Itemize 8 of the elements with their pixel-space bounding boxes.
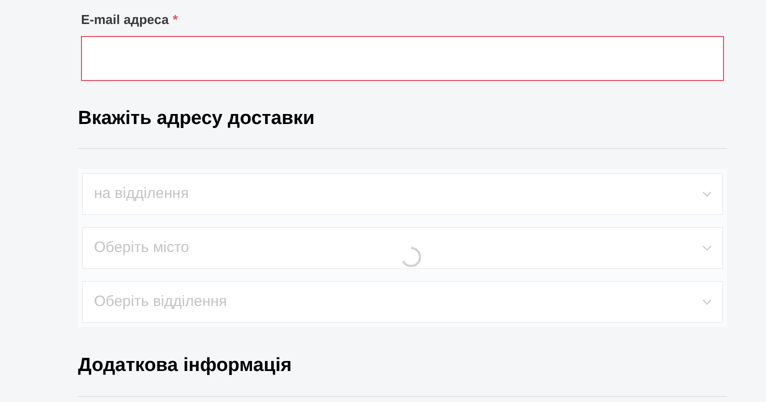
email-field[interactable] — [81, 36, 724, 81]
chevron-down-icon — [702, 245, 712, 251]
chevron-down-icon — [702, 191, 712, 197]
required-mark: * — [172, 12, 178, 28]
section-heading: Додаткова інформація — [78, 354, 293, 378]
section-heading: Вкажіть адресу доставки — [78, 107, 316, 131]
chevron-down-icon — [702, 299, 712, 305]
field-label: E-mail адреса — [81, 12, 169, 28]
